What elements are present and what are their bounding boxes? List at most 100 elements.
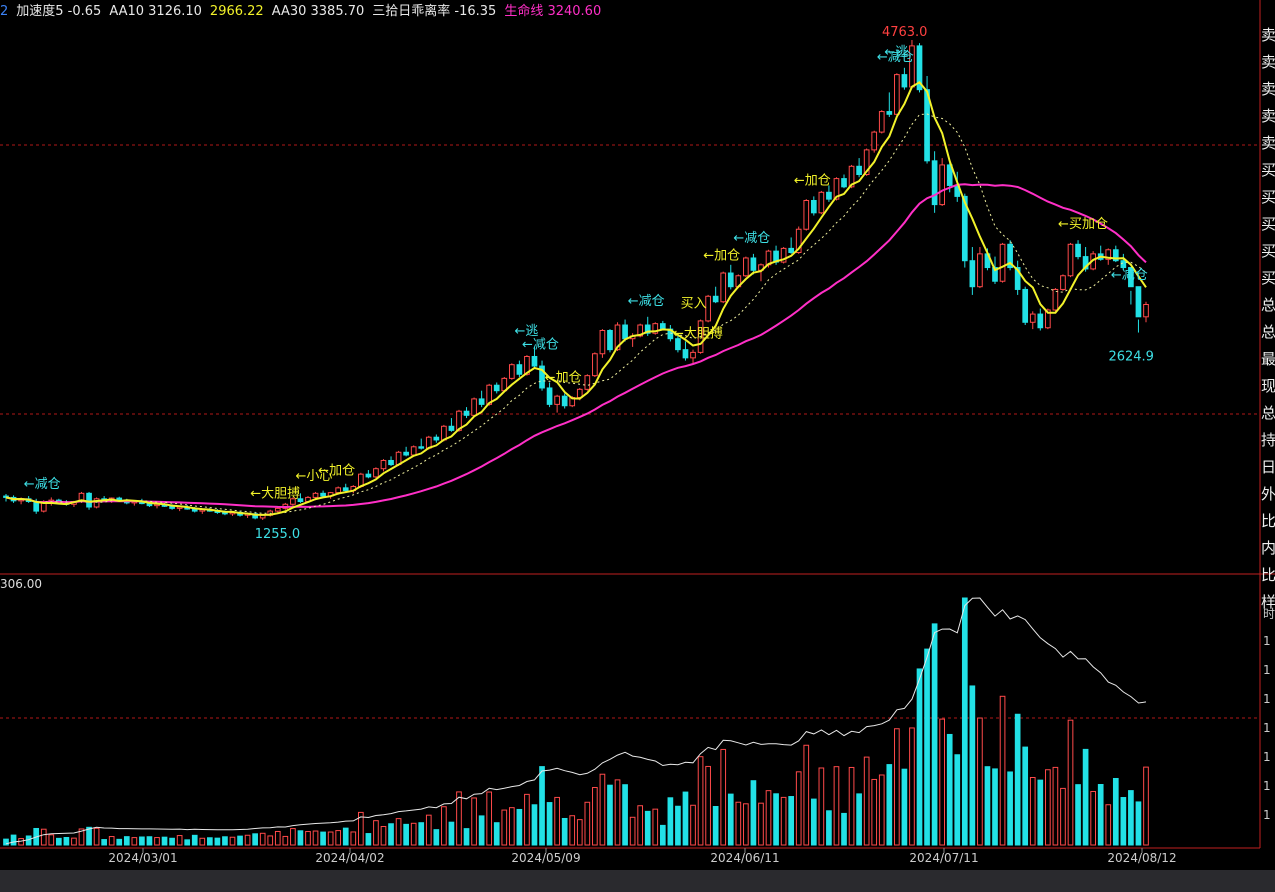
- sidebar-row-7[interactable]: 买: [1261, 211, 1275, 238]
- volume-bar: [667, 797, 674, 846]
- sidebar-row-5[interactable]: 买: [1261, 157, 1275, 184]
- volume-bar: [901, 768, 908, 846]
- sidebar-row-4[interactable]: 卖: [1261, 130, 1275, 157]
- volume-bar: [758, 802, 764, 846]
- volume-bar: [63, 837, 70, 846]
- sidebar-row-12[interactable]: 最: [1261, 346, 1275, 373]
- volume-bar: [1097, 784, 1104, 846]
- sidebar-row-9[interactable]: 买: [1261, 265, 1275, 292]
- volume-bar: [252, 833, 258, 846]
- volume-bar: [546, 802, 553, 846]
- volume-bar: [327, 831, 334, 846]
- date-tick: 2024/03/01: [108, 851, 178, 865]
- legend-item-2: 2966.22: [209, 4, 264, 19]
- candle-body: [939, 164, 945, 206]
- legend-item-4: 三拾日乖离率 -16.35: [372, 4, 497, 19]
- volume-bar: [1052, 766, 1059, 846]
- candle-body: [931, 160, 938, 206]
- volume-bar: [946, 733, 953, 846]
- sidebar-row-13[interactable]: 现: [1261, 373, 1275, 400]
- volume-bar: [290, 828, 296, 846]
- volume-bar: [863, 756, 870, 846]
- volume-bar: [773, 793, 779, 846]
- date-axis: 2024/03/01 2024/04/02 2024/05/09 2024/06/11…: [0, 851, 1260, 869]
- volume-bar: [1022, 746, 1029, 846]
- candle-body: [682, 349, 689, 359]
- sidebar-row-2[interactable]: 卖: [1261, 76, 1275, 103]
- candle-body: [493, 384, 500, 392]
- volume-bar: [743, 803, 749, 846]
- volume-bar: [516, 808, 523, 846]
- volume-bar: [1090, 790, 1096, 846]
- candle-body: [274, 507, 281, 512]
- volume-axis-tick: 1: [1263, 692, 1271, 706]
- volume-bar: [388, 823, 394, 846]
- candle-body: [516, 364, 523, 375]
- volume-bar: [139, 836, 145, 846]
- candle-body: [659, 323, 666, 330]
- sidebar-row-19[interactable]: 内: [1261, 535, 1275, 562]
- volume-bar: [169, 837, 175, 846]
- candle-body: [712, 295, 719, 303]
- candle-body: [810, 200, 817, 214]
- volume-bar: [848, 766, 855, 846]
- sidebar-row-16[interactable]: 日: [1261, 454, 1275, 481]
- candle-body: [607, 329, 613, 351]
- volume-bar: [614, 779, 621, 846]
- volume-bar: [1082, 748, 1089, 846]
- candle-body: [826, 191, 832, 200]
- volume-bar: [750, 780, 757, 846]
- sidebar-row-8[interactable]: 买: [1261, 238, 1275, 265]
- candle-body: [856, 165, 862, 176]
- sidebar-row-18[interactable]: 比: [1261, 508, 1275, 535]
- recent-low-mark: 2624.9: [1108, 350, 1154, 365]
- chart-canvas[interactable]: ←减仓←大胆搏←小心←加仓←逃←减仓←加仓←减仓←大胆搏买入←加仓←减仓←加仓←…: [0, 0, 1275, 892]
- sidebar-row-14[interactable]: 总: [1261, 400, 1275, 427]
- volume-bar: [312, 830, 319, 846]
- volume-bar: [916, 668, 923, 846]
- candle-body: [727, 272, 734, 288]
- volume-bar: [712, 806, 719, 846]
- volume-bar: [984, 766, 991, 846]
- volume-bar: [1105, 804, 1112, 846]
- candle-body: [40, 502, 47, 512]
- volume-bar: [727, 793, 734, 846]
- volume-bar: [214, 837, 221, 846]
- volume-bar: [433, 829, 440, 846]
- candle-body: [871, 131, 878, 151]
- volume-bar: [833, 766, 840, 846]
- volume-bar: [607, 784, 613, 846]
- signal-label: ←减仓: [1111, 268, 1148, 283]
- candle-body: [1052, 288, 1059, 311]
- right-info-panel[interactable]: 卖卖卖卖卖买买买买买总总最现总持日外比内比样: [1261, 22, 1275, 616]
- volume-bar: [342, 827, 349, 846]
- sidebar-row-1[interactable]: 卖: [1261, 49, 1275, 76]
- signal-label: ←加仓: [703, 249, 740, 264]
- sidebar-row-11[interactable]: 总: [1261, 319, 1275, 346]
- candle-body: [886, 111, 893, 115]
- volume-bar: [909, 727, 915, 846]
- volume-bar: [826, 810, 832, 846]
- sidebar-row-20[interactable]: 比: [1261, 562, 1275, 589]
- sidebar-row-10[interactable]: 总: [1261, 292, 1275, 319]
- volume-bar: [599, 773, 606, 846]
- sidebar-row-15[interactable]: 持: [1261, 427, 1275, 454]
- sidebar-row-6[interactable]: 买: [1261, 184, 1275, 211]
- volume-bar: [161, 836, 168, 846]
- signal-label: ←逃: [884, 45, 908, 60]
- volume-bar: [584, 801, 591, 846]
- sidebar-row-17[interactable]: 外: [1261, 481, 1275, 508]
- volume-bar: [184, 839, 191, 846]
- volume-axis-tick: 1: [1263, 663, 1271, 677]
- volume-bar: [154, 837, 160, 846]
- candle-body: [894, 74, 900, 115]
- candle-body: [901, 74, 908, 88]
- candle-body: [999, 243, 1006, 282]
- volume-bar: [795, 771, 802, 846]
- sidebar-row-3[interactable]: 卖: [1261, 103, 1275, 130]
- volume-bar: [1135, 801, 1142, 846]
- sidebar-row-0[interactable]: 卖: [1261, 22, 1275, 49]
- candle-body: [788, 247, 795, 253]
- volume-bar: [456, 791, 462, 846]
- volume-bar: [780, 796, 787, 846]
